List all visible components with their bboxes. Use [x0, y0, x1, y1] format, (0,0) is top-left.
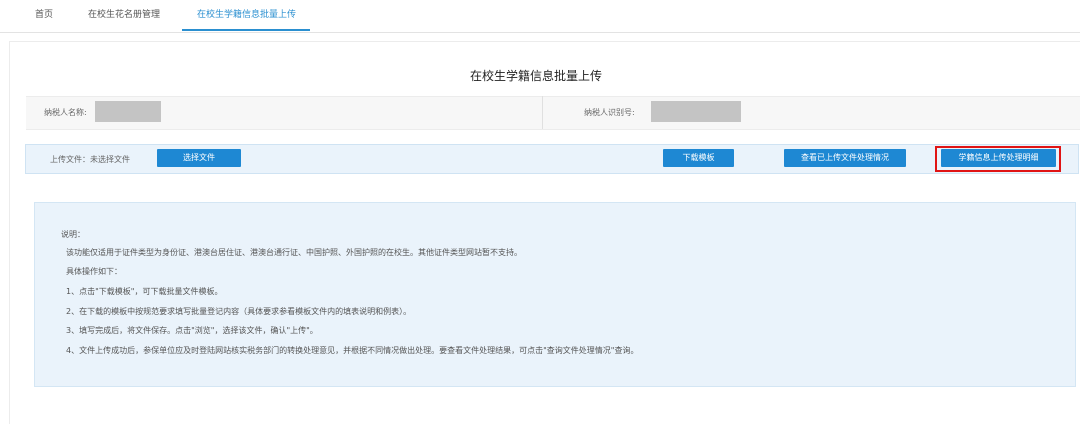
instruction-line: 4、文件上传成功后，参保单位应及时登陆网站核实税务部门的转换处理意见，并根据不同…	[66, 346, 639, 355]
instructions-title: 说明：	[61, 230, 85, 239]
download-template-button[interactable]: 下载模板	[663, 149, 734, 167]
tab-home[interactable]: 首页	[35, 7, 53, 20]
instruction-line: 1、点击"下载模板"，可下载批量文件模板。	[66, 287, 223, 296]
active-tab-indicator	[182, 29, 310, 31]
tab-bar: 首页 在校生花名册管理 在校生学籍信息批量上传	[0, 0, 1080, 33]
instruction-line: 3、填写完成后，将文件保存。点击"浏览"，选择该文件，确认"上传"。	[66, 326, 318, 335]
view-upload-status-button[interactable]: 查看已上传文件处理情况	[784, 149, 906, 167]
instruction-line: 具体操作如下：	[66, 267, 122, 276]
tab-roster-management[interactable]: 在校生花名册管理	[88, 7, 160, 20]
info-divider	[542, 96, 543, 129]
taxpayer-name-label: 纳税人名称:	[44, 108, 87, 117]
page-title: 在校生学籍信息批量上传	[470, 69, 603, 83]
choose-file-button[interactable]: 选择文件	[157, 149, 241, 167]
taxpayer-name-redacted	[95, 101, 161, 122]
instruction-line: 2、在下载的模板中按规范要求填写批量登记内容（具体要求参看模板文件内的填表说明和…	[66, 307, 412, 316]
taxpayer-id-redacted	[651, 101, 741, 122]
taxpayer-info-bar	[26, 96, 1080, 130]
tab-batch-upload[interactable]: 在校生学籍信息批量上传	[197, 7, 296, 20]
highlight-box	[935, 146, 1061, 172]
taxpayer-id-label: 纳税人识别号:	[584, 108, 635, 117]
instruction-line: 该功能仅适用于证件类型为身份证、港澳台居住证、港澳台通行证、中国护照、外国护照的…	[66, 248, 522, 257]
upload-file-label: 上传文件：未选择文件	[50, 155, 130, 164]
